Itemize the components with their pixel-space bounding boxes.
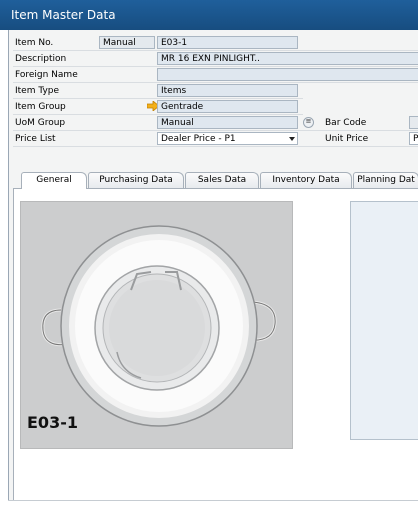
foreign-name-row: Foreign Name <box>13 68 418 83</box>
item-type-select[interactable]: Items <box>157 84 298 97</box>
ellipsis-icon[interactable]: ≡ <box>303 117 314 128</box>
uom-group-row: UoM Group Manual ≡ Bar Code <box>13 116 418 131</box>
description-row: Description MR 16 EXN PINLIGHT.. <box>13 52 418 67</box>
price-list-label: Price List <box>15 134 56 144</box>
description-field[interactable]: MR 16 EXN PINLIGHT.. <box>157 52 418 65</box>
title-bar: Item Master Data <box>0 0 418 30</box>
tab-inventory-data[interactable]: Inventory Data <box>260 172 352 188</box>
item-group-label: Item Group <box>15 102 66 112</box>
bar-code-field[interactable] <box>409 116 418 129</box>
description-label: Description <box>15 54 67 64</box>
tab-strip: General Purchasing Data Sales Data Inven… <box>13 172 418 189</box>
item-group-select[interactable]: Gentrade <box>157 100 298 113</box>
uom-group-label: UoM Group <box>15 118 66 128</box>
tab-general[interactable]: General <box>21 172 87 189</box>
unit-price-label: Unit Price <box>325 134 369 144</box>
item-properties-panel <box>350 201 418 440</box>
uom-group-select[interactable]: Manual <box>157 116 298 129</box>
item-type-label: Item Type <box>15 86 60 96</box>
tab-purchasing-data[interactable]: Purchasing Data <box>88 172 184 188</box>
window-bottom-border <box>8 500 418 501</box>
foreign-name-label: Foreign Name <box>15 70 78 80</box>
item-image: E03-1 <box>20 201 293 449</box>
downlight-fixture-image <box>21 202 292 448</box>
item-group-row: Item Group Gentrade <box>13 100 303 115</box>
price-list-value: Dealer Price - P1 <box>161 134 236 144</box>
tab-planning-data[interactable]: Planning Dat <box>353 172 418 188</box>
price-list-select[interactable]: Dealer Price - P1 <box>157 132 298 145</box>
tab-sales-data[interactable]: Sales Data <box>185 172 259 188</box>
price-list-row: Price List Dealer Price - P1 Unit Price … <box>13 132 418 147</box>
item-type-row: Item Type Items <box>13 84 303 99</box>
foreign-name-field[interactable] <box>157 68 418 81</box>
item-no-field[interactable]: E03-1 <box>157 36 298 49</box>
item-no-series-select[interactable]: Manual <box>99 36 155 49</box>
unit-price-field[interactable]: Pr <box>409 132 418 145</box>
item-no-row: Item No. Manual E03-1 <box>13 36 418 51</box>
bar-code-label: Bar Code <box>325 118 367 128</box>
item-master-window: Item No. Manual E03-1 Description MR 16 … <box>8 30 418 500</box>
chevron-down-icon[interactable] <box>289 137 295 141</box>
general-tab-panel: E03-1 <box>13 189 418 500</box>
item-no-label: Item No. <box>15 38 54 48</box>
window-title: Item Master Data <box>11 8 116 22</box>
image-caption: E03-1 <box>27 413 78 432</box>
